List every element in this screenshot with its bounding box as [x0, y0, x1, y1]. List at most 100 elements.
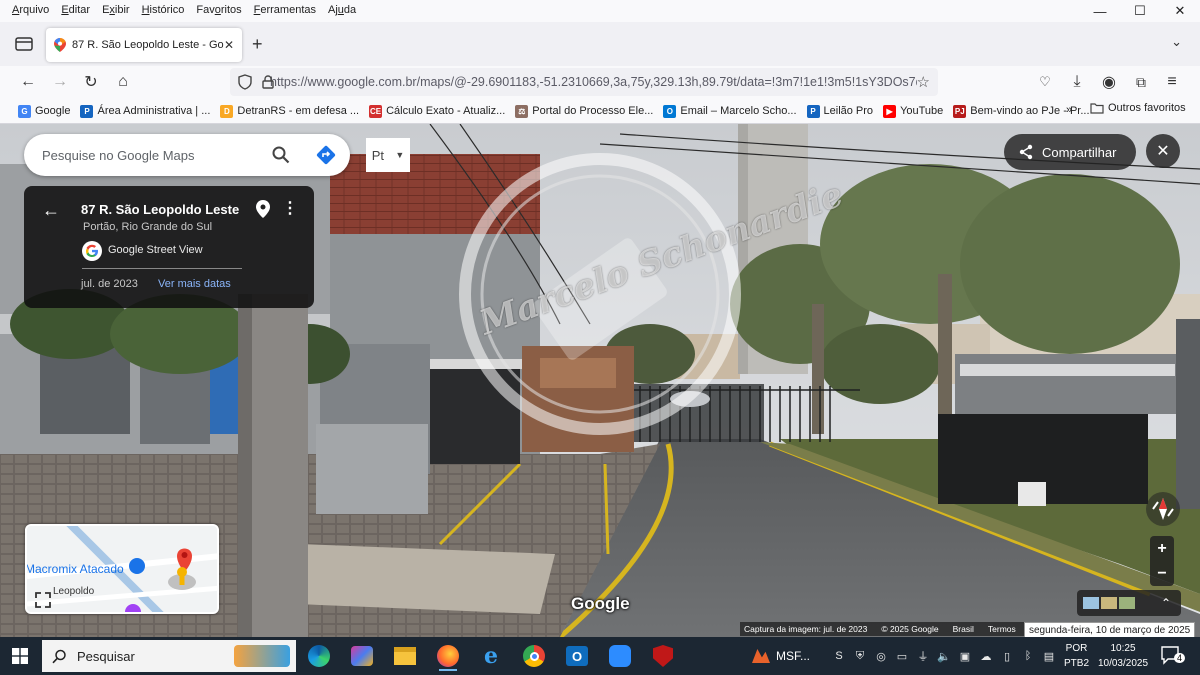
imagery-source: Google Street View — [108, 244, 203, 256]
outlook-taskbar-icon[interactable]: O — [560, 641, 594, 671]
terrain-thumbnail-icon — [1101, 597, 1117, 609]
chrome-taskbar-icon[interactable] — [517, 641, 551, 671]
hamburger-menu-icon[interactable]: ≡ — [1161, 71, 1183, 93]
back-arrow-icon[interactable]: ← — [42, 200, 60, 221]
menu-item[interactable]: Histórico — [136, 1, 191, 19]
close-street-view-icon[interactable]: ✕ — [1146, 134, 1180, 168]
search-highlight-icon — [234, 645, 290, 667]
pdf-tray-icon[interactable]: ▣ — [956, 647, 974, 665]
bookmark-favicon-icon: CE — [369, 104, 383, 118]
place-title: 87 R. São Leopoldo Leste — [81, 202, 240, 217]
edge-taskbar-icon[interactable] — [302, 641, 336, 671]
extensions-icon[interactable]: ⧉ — [1130, 71, 1152, 93]
more-dates-link[interactable]: Ver mais datas — [158, 278, 231, 290]
menu-items: Arquivo Editar Exibir Histórico Favoritos Fer… — [6, 1, 362, 19]
map-attribution: Captura da imagem: jul. de 2023 © 2025 G… — [740, 622, 1034, 636]
street-view-panorama[interactable]: Marcelo Schonardie Pesquise no Google Ma… — [0, 124, 1200, 637]
imagery-layers-button[interactable]: ⌃ — [1077, 590, 1181, 616]
compass-icon[interactable] — [1144, 490, 1182, 528]
mcafee-taskbar-icon[interactable] — [646, 641, 680, 671]
menu-item[interactable]: Ferramentas — [248, 1, 322, 19]
msf-taskbar-item[interactable]: MSF... — [752, 641, 810, 671]
usb-tray-icon[interactable]: ⏚ — [914, 647, 932, 665]
reload-icon[interactable]: ↻ — [80, 71, 102, 93]
clock-time: 10:25 — [1110, 643, 1136, 654]
network-tray-icon[interactable]: ▤ — [1040, 647, 1058, 665]
antivirus-tray-icon[interactable]: ◎ — [872, 647, 890, 665]
zoom-taskbar-icon[interactable] — [603, 641, 637, 671]
pocket-icon[interactable]: ♡ — [1034, 71, 1056, 93]
speaker-tray-icon[interactable]: 🔈 — [935, 647, 953, 665]
share-button[interactable]: Compartilhar — [1004, 134, 1136, 170]
battery-tray-icon[interactable]: ▯ — [998, 647, 1016, 665]
minimize-button[interactable]: — — [1080, 0, 1120, 22]
bookmark-item[interactable]: O Email – Marcelo Scho... — [663, 104, 797, 118]
notification-center-icon[interactable]: 4 — [1160, 645, 1186, 667]
bluetooth-tray-icon[interactable]: ᛒ — [1019, 647, 1037, 665]
mini-map[interactable]: Macromix Atacado Leopoldo — [25, 524, 219, 614]
taskbar-search-box[interactable]: Pesquisar — [42, 640, 296, 672]
taskbar-clock[interactable]: 10:25 10/03/2025 — [1096, 641, 1150, 671]
account-icon[interactable]: ◉ — [1098, 71, 1120, 93]
menu-item[interactable]: Ajuda — [322, 1, 362, 19]
input-tools-button[interactable]: Pt ▼ — [366, 138, 410, 172]
menu-item[interactable]: Favoritos — [190, 1, 247, 19]
bookmark-item[interactable]: D DetranRS - em defesa ... — [220, 104, 360, 118]
download-icon[interactable]: ⤓ — [1066, 71, 1088, 93]
bookmark-item[interactable]: P Leilão Pro — [806, 104, 873, 118]
bookmark-item[interactable]: ⚖ Portal do Processo Ele... — [515, 104, 653, 118]
search-input[interactable]: Pesquise no Google Maps — [42, 148, 272, 163]
back-arrow-icon[interactable]: ← — [17, 71, 39, 93]
bookmark-favicon-icon: G — [18, 104, 31, 118]
chevron-down-icon[interactable]: ⌄ — [1171, 34, 1182, 50]
input-language-indicator[interactable]: POR PTB2 — [1064, 641, 1089, 671]
bookmark-label: DetranRS - em defesa ... — [237, 105, 360, 117]
firefox-taskbar-icon[interactable] — [431, 641, 465, 671]
zoom-out-button[interactable]: − — [1157, 565, 1166, 583]
bookmark-item[interactable]: G Google — [18, 104, 70, 118]
zoom-in-button[interactable]: + — [1157, 540, 1166, 558]
share-label: Compartilhar — [1042, 144, 1117, 160]
bookmark-favicon-icon: P — [806, 104, 820, 118]
skype-tray-icon[interactable]: S — [830, 647, 848, 665]
menu-item[interactable]: Arquivo — [6, 1, 55, 19]
new-tab-button[interactable]: + — [252, 34, 263, 55]
tab-google-maps[interactable]: 87 R. São Leopoldo Leste - Goo ✕ — [46, 28, 242, 62]
cloud-tray-icon[interactable]: ☁ — [977, 647, 995, 665]
maps-search-box[interactable]: Pesquise no Google Maps — [24, 134, 350, 176]
lock-icon[interactable] — [262, 75, 274, 89]
tab-list-icon[interactable] — [14, 35, 34, 53]
forward-arrow-icon[interactable]: → — [49, 71, 71, 93]
more-options-icon[interactable]: ⋮ — [282, 198, 298, 218]
terms-link[interactable]: Termos — [988, 624, 1016, 634]
file-explorer-taskbar-icon[interactable] — [388, 641, 422, 671]
country-link[interactable]: Brasil — [953, 624, 974, 634]
m365-taskbar-icon[interactable] — [345, 641, 379, 671]
directions-icon[interactable] — [316, 145, 336, 165]
maximize-button[interactable]: ☐ — [1120, 0, 1160, 22]
window-controls: — ☐ ✕ — [1080, 0, 1200, 22]
expand-map-icon[interactable] — [33, 590, 53, 610]
menu-item[interactable]: Editar — [55, 1, 96, 19]
bookmarks-overflow-icon[interactable]: » — [1066, 104, 1072, 116]
shield-icon[interactable] — [238, 74, 252, 90]
tab-close-icon[interactable]: ✕ — [224, 38, 234, 52]
address-bar[interactable]: https://www.google.com.br/maps/@-29.6901… — [230, 68, 938, 96]
internet-explorer-taskbar-icon[interactable]: e — [474, 641, 508, 671]
folder-icon — [1090, 103, 1104, 114]
home-icon[interactable]: ⌂ — [112, 71, 134, 93]
bookmark-item[interactable]: ▶ YouTube — [883, 104, 943, 118]
location-pin-icon[interactable] — [256, 200, 270, 218]
notification-count: 4 — [1174, 653, 1186, 663]
menu-item[interactable]: Exibir — [96, 1, 136, 19]
display-tray-icon[interactable]: ▭ — [893, 647, 911, 665]
bookmark-star-icon[interactable]: ☆ — [917, 73, 930, 91]
taskbar-search-label: Pesquisar — [77, 648, 135, 664]
other-bookmarks-folder[interactable]: Outros favoritos — [1090, 102, 1186, 114]
shield-tray-icon[interactable]: ⛨ — [851, 647, 869, 665]
bookmark-item[interactable]: P Área Administrativa | ... — [80, 104, 210, 118]
close-window-button[interactable]: ✕ — [1160, 0, 1200, 22]
search-icon[interactable] — [272, 146, 290, 164]
windows-start-icon[interactable] — [12, 648, 28, 664]
bookmark-item[interactable]: CE Cálculo Exato - Atualiz... — [369, 104, 505, 118]
